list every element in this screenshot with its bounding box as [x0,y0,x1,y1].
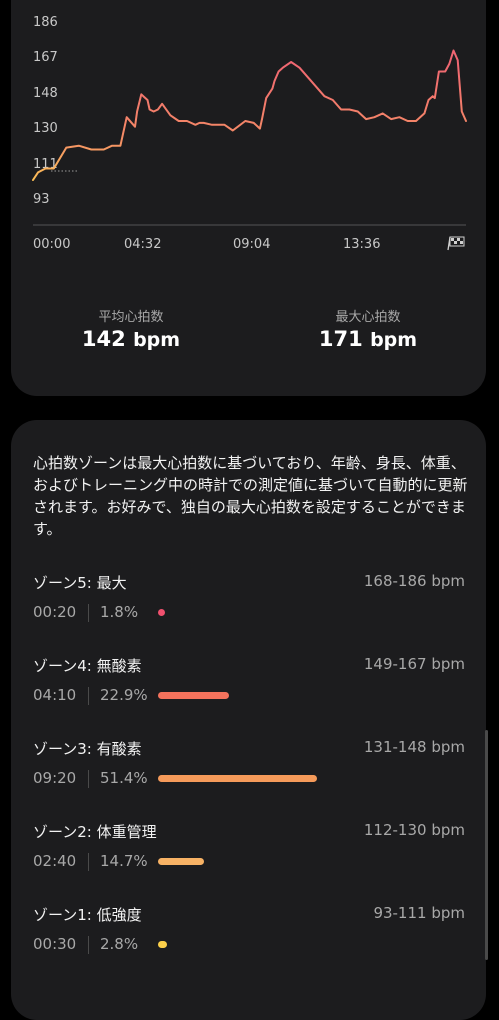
heart-rate-chart [32,49,467,251]
zone-divider [88,853,89,871]
zone-percent: 22.9% [100,686,148,704]
zone-time: 04:10 [33,686,77,704]
zone-bar [158,692,229,699]
zone-divider [88,936,89,954]
zone-bar [158,775,318,782]
zone-time: 02:40 [33,852,77,870]
zone-bar [158,941,167,948]
x-tick-label: 13:36 [343,237,381,252]
avg-heart-rate-value: 142 bpm [81,327,181,351]
zone-name: ゾーン5: 最大 [33,574,127,592]
scrollbar[interactable] [485,730,488,960]
zone-divider [88,604,89,622]
x-tick-label: 04:32 [124,237,162,252]
zone-time: 00:30 [33,935,77,953]
zone-range: 93-111 bpm [373,904,465,922]
zone-percent: 14.7% [100,852,148,870]
zone-range: 112-130 bpm [363,821,465,839]
x-tick-label: 00:00 [33,237,71,252]
zone-percent: 1.8% [100,603,139,621]
zone-bar [158,609,165,616]
zone-name: ゾーン4: 無酸素 [33,657,142,675]
zone-name: ゾーン3: 有酸素 [33,740,142,758]
heart-rate-line [32,49,467,181]
finish-flag-icon [447,236,465,251]
zone-divider [88,770,89,788]
zone-name: ゾーン1: 低強度 [33,906,142,924]
zone-bar [158,858,204,865]
zone-range: 149-167 bpm [363,655,465,673]
zone-name: ゾーン2: 体重管理 [33,823,157,841]
max-heart-rate-value: 171 bpm [318,327,418,351]
zone-percent: 2.8% [100,935,139,953]
zone-time: 00:20 [33,603,77,621]
avg-heart-rate-label: 平均心拍数 [98,310,164,325]
x-tick-label: 09:04 [233,237,271,252]
zones-description: 心拍数ゾーンは最大心拍数に基づいており、年齢、身長、体重、およびトレーニング中の… [33,454,468,538]
max-heart-rate-label: 最大心拍数 [335,310,401,325]
zone-divider [88,687,89,705]
zone-range: 168-186 bpm [363,572,465,590]
zone-percent: 51.4% [100,769,148,787]
zone-range: 131-148 bpm [363,738,465,756]
zone-time: 09:20 [33,769,77,787]
